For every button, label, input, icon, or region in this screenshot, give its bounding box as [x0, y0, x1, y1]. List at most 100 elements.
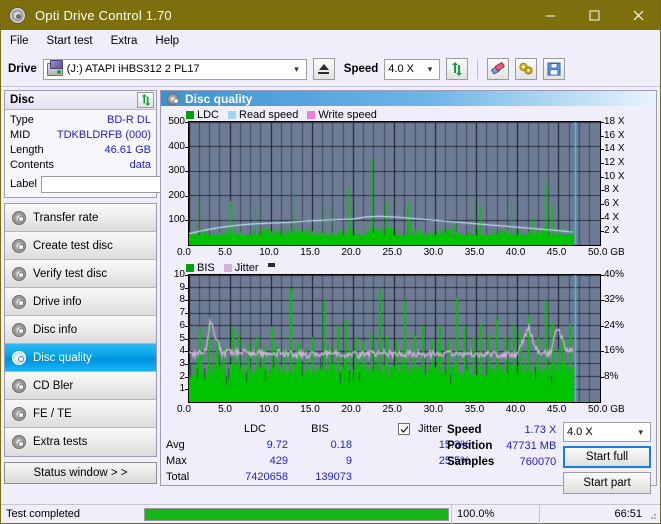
top-chart-x-axis: 0.05.010.015.020.025.030.035.040.045.050… — [164, 246, 653, 260]
save-button[interactable] — [543, 58, 565, 80]
erase-button[interactable] — [487, 58, 509, 80]
axis-tick-label: 30.0 — [424, 404, 443, 415]
axis-tick-label: 0.0 — [177, 404, 191, 415]
stats-max-bis: 9 — [288, 453, 352, 469]
axis-tick-label: 8 X — [604, 186, 619, 194]
stats-row-label: Max — [166, 453, 222, 469]
axis-tick-label: 0.0 — [177, 247, 191, 258]
status-window-button[interactable]: Status window > > — [4, 462, 157, 484]
window-title: Opti Drive Control 1.70 — [35, 8, 172, 23]
axis-tick-label: 5.0 — [218, 247, 232, 258]
test-speed-select[interactable]: 4.0 X ▾ — [563, 422, 651, 442]
stats-total-jitter — [394, 469, 470, 485]
refresh-icon — [450, 62, 464, 76]
main-header-title: Disc quality — [185, 92, 252, 106]
disc-row-mid: MID TDKBLDRFB (000) — [10, 128, 151, 143]
start-part-button[interactable]: Start part — [563, 472, 651, 494]
jitter-checkbox[interactable] — [398, 423, 410, 435]
stats-col-ldc: LDC — [222, 421, 288, 437]
legend-bis: BIS — [186, 262, 215, 274]
sidebar-item-fe-te[interactable]: FE / TE — [5, 400, 156, 428]
disc-icon — [12, 267, 26, 281]
app-window: Opti Drive Control 1.70 File Start test … — [0, 0, 661, 524]
start-full-button[interactable]: Start full — [563, 446, 651, 468]
disc-label-key: Label — [10, 178, 37, 190]
legend-label: Read speed — [239, 109, 298, 121]
speed-select-value: 4.0 X — [388, 63, 414, 75]
drive-icon — [47, 63, 63, 76]
axis-tick-label: 40.0 — [506, 404, 525, 415]
sidebar-item-drive-info[interactable]: Drive info — [5, 288, 156, 316]
drive-toolbar: Drive (J:) ATAPI iHBS312 2 PL17 ▾ Speed … — [1, 52, 660, 87]
chevron-down-icon: ▾ — [633, 427, 648, 438]
disc-quality-header: Disc quality — [161, 91, 656, 106]
axis-tick-label: 10.0 — [259, 404, 278, 415]
speed-select[interactable]: 4.0 X ▾ — [384, 59, 440, 80]
maximize-button[interactable] — [572, 1, 616, 30]
menu-item-start-test[interactable]: Start test — [47, 35, 93, 47]
tools-button[interactable] — [515, 58, 537, 80]
legend-label: Write speed — [318, 109, 377, 121]
sidebar-item-create-test-disc[interactable]: Create test disc — [5, 232, 156, 260]
stats-col-bis: BIS — [288, 421, 352, 437]
sidebar-item-disc-quality[interactable]: Disc quality — [5, 344, 156, 372]
top-chart-y-right-axis: 2 X4 X6 X8 X10 X12 X14 X16 X18 X — [601, 121, 638, 246]
sidebar-item-extra-tests[interactable]: Extra tests — [5, 428, 156, 456]
sidebar-item-transfer-rate[interactable]: Transfer rate — [5, 204, 156, 232]
disc-label-row: Label — [10, 175, 151, 193]
table-row: Avg 9.72 0.18 15.3% — [166, 437, 470, 453]
legend-swatch-icon — [228, 111, 236, 119]
stats-table: LDC BIS Jitter Avg — [166, 421, 470, 485]
sidebar-item-verify-test-disc[interactable]: Verify test disc — [5, 260, 156, 288]
top-chart-legend: LDC Read speed Write speed — [164, 108, 653, 121]
legend-ldc: LDC — [186, 109, 219, 121]
disc-icon — [12, 295, 26, 309]
minimize-button[interactable] — [528, 1, 572, 30]
disc-length-key: Length — [10, 143, 44, 158]
samples-stat-value: 760070 — [500, 454, 562, 470]
progress-percent: 100.0% — [451, 505, 539, 524]
disc-panel-header: Disc — [5, 91, 156, 110]
stats-max-ldc: 429 — [222, 453, 288, 469]
legend-swatch-icon — [186, 111, 194, 119]
stats-avg-bis: 0.18 — [288, 437, 352, 453]
disc-icon — [12, 323, 26, 337]
disc-icon — [12, 351, 26, 365]
stats-header-row: LDC BIS Jitter — [166, 421, 470, 437]
jitter-label: Jitter — [418, 423, 442, 435]
disc-row-type: Type BD-R DL — [10, 113, 151, 128]
axis-tick-label: 20.0 — [341, 247, 360, 258]
menu-item-file[interactable]: File — [10, 35, 29, 47]
menu-item-extra[interactable]: Extra — [111, 35, 138, 47]
sidebar-item-label: Transfer rate — [33, 212, 98, 224]
stats-total-bis: 139073 — [288, 469, 352, 485]
sidebar-item-disc-info[interactable]: Disc info — [5, 316, 156, 344]
axis-tick-label: 16% — [604, 347, 624, 355]
disc-icon — [9, 7, 26, 24]
disc-icon — [12, 435, 26, 449]
close-button[interactable] — [616, 1, 660, 30]
drive-select[interactable]: (J:) ATAPI iHBS312 2 PL17 ▾ — [43, 59, 307, 80]
disc-quality-icon — [167, 93, 179, 105]
table-row: Max 429 9 25.5% — [166, 453, 470, 469]
resize-grip[interactable] — [647, 510, 657, 520]
axis-tick-label: 35.0 — [465, 404, 484, 415]
axis-tick-label: 40.0 — [506, 247, 525, 258]
sidebar-item-cd-bler[interactable]: CD Bler — [5, 372, 156, 400]
bottom-chart-plot — [188, 274, 601, 403]
sidebar-item-label: Create test disc — [33, 240, 113, 252]
start-part-label: Start part — [583, 477, 630, 489]
menu-item-help[interactable]: Help — [155, 35, 179, 47]
refresh-button[interactable] — [446, 58, 468, 80]
disc-row-contents: Contents data — [10, 158, 151, 173]
disc-refresh-button[interactable] — [137, 92, 154, 108]
menu-bar: File Start test Extra Help — [1, 30, 660, 52]
disc-panel-title: Disc — [10, 94, 34, 106]
eject-button[interactable] — [313, 58, 335, 80]
main-area: Disc quality LDC Read speed — [160, 87, 660, 486]
stats-area: LDC BIS Jitter Avg — [161, 419, 656, 485]
axis-tick-label: 32% — [604, 296, 624, 304]
samples-stat-label: Samples — [447, 454, 500, 470]
toolbar-divider — [477, 59, 478, 79]
axis-tick-label: 40% — [604, 271, 624, 279]
